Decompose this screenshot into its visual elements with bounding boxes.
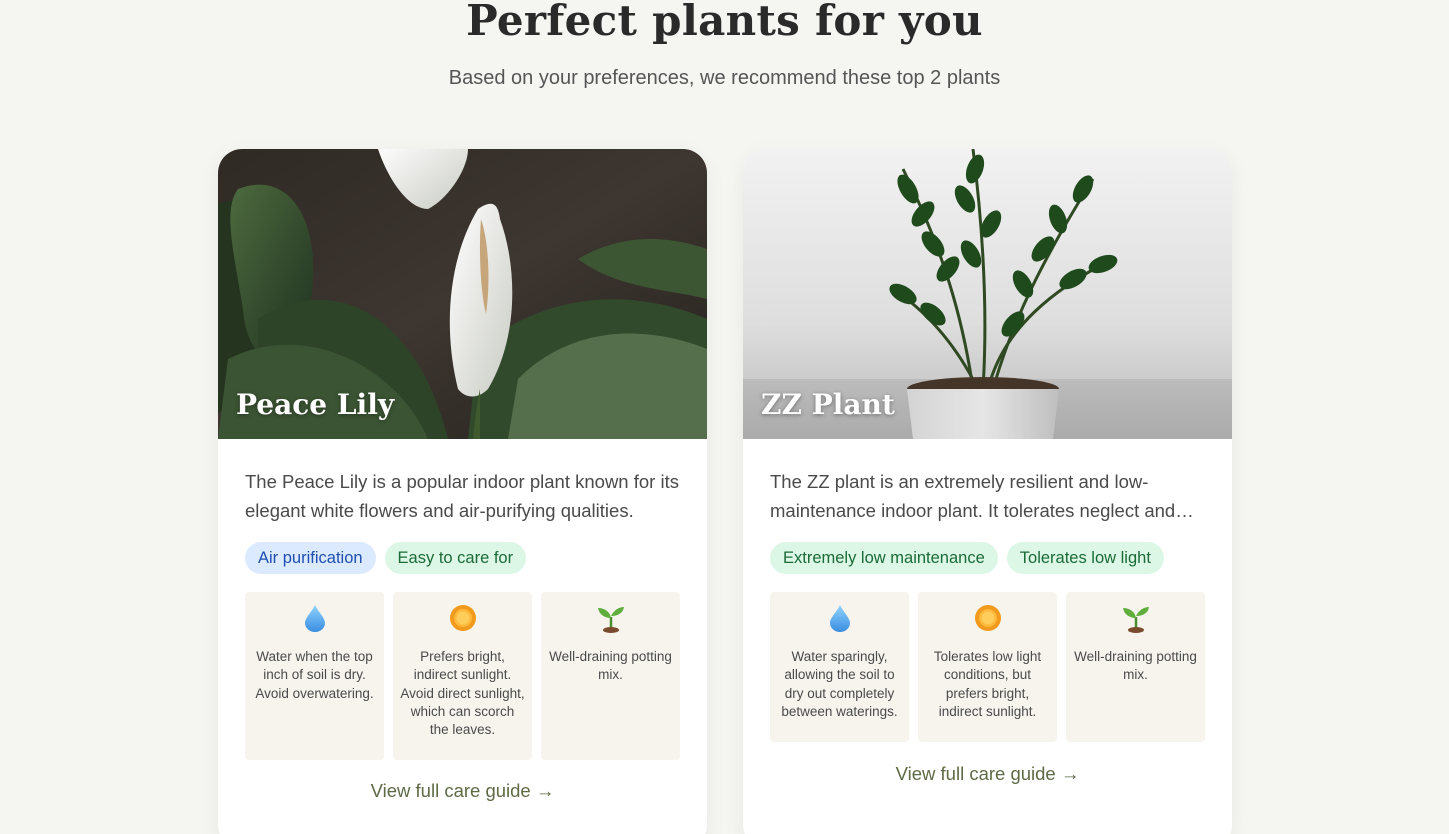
- care-light: Prefers bright, indirect sunlight. Avoid…: [393, 592, 532, 760]
- plant-name: Peace Lily: [236, 388, 395, 421]
- care-water-text: Water when the top inch of soil is dry. …: [255, 649, 374, 701]
- care-soil: Well-draining potting mix.: [541, 592, 680, 760]
- plant-tags: Extremely low maintenance Tolerates low …: [770, 542, 1164, 574]
- care-info: Water sparingly, allowing the soil to dr…: [770, 592, 1205, 742]
- care-soil-text: Well-draining potting mix.: [549, 649, 672, 683]
- view-care-guide-link[interactable]: View full care guide →: [743, 763, 1232, 785]
- plant-description: The Peace Lily is a popular indoor plant…: [245, 471, 679, 521]
- page-title: Perfect plants for you: [466, 0, 983, 45]
- plant-card-peace-lily[interactable]: Peace Lily The Peace Lily is a popular i…: [218, 149, 707, 834]
- care-water-text: Water sparingly, allowing the soil to dr…: [781, 649, 898, 719]
- sun-icon: [400, 602, 525, 634]
- tag-tolerates-low-light: Tolerates low light: [1006, 542, 1164, 574]
- plant-description: The ZZ plant is an extremely resilient a…: [770, 471, 1176, 521]
- care-water: Water sparingly, allowing the soil to dr…: [770, 592, 909, 742]
- care-light-text: Tolerates low light conditions, but pref…: [933, 649, 1042, 719]
- sun-icon: [925, 602, 1050, 634]
- plant-tags: Air purification Easy to care for: [245, 542, 527, 574]
- care-light: Tolerates low light conditions, but pref…: [918, 592, 1057, 742]
- water-drop-icon: [777, 602, 902, 634]
- seedling-icon: [1073, 602, 1198, 634]
- plant-name: ZZ Plant: [761, 388, 895, 421]
- care-light-text: Prefers bright, indirect sunlight. Avoid…: [400, 649, 525, 738]
- care-soil: Well-draining potting mix.: [1066, 592, 1205, 742]
- tag-extremely-low-maintenance: Extremely low maintenance: [770, 542, 998, 574]
- water-drop-icon: [252, 602, 377, 634]
- view-care-guide-link[interactable]: View full care guide →: [218, 780, 707, 802]
- seedling-icon: [548, 602, 673, 634]
- page-subtitle: Based on your preferences, we recommend …: [448, 67, 1001, 89]
- tag-air-purification: Air purification: [245, 542, 376, 574]
- tag-easy-to-care-for: Easy to care for: [384, 542, 527, 574]
- care-water: Water when the top inch of soil is dry. …: [245, 592, 384, 760]
- plant-photo-zz-plant: ZZ Plant: [743, 149, 1232, 439]
- care-soil-text: Well-draining potting mix.: [1074, 649, 1197, 683]
- care-info: Water when the top inch of soil is dry. …: [245, 592, 680, 760]
- plant-card-zz-plant[interactable]: ZZ Plant The ZZ plant is an extremely re…: [743, 149, 1232, 834]
- plant-photo-peace-lily: Peace Lily: [218, 149, 707, 439]
